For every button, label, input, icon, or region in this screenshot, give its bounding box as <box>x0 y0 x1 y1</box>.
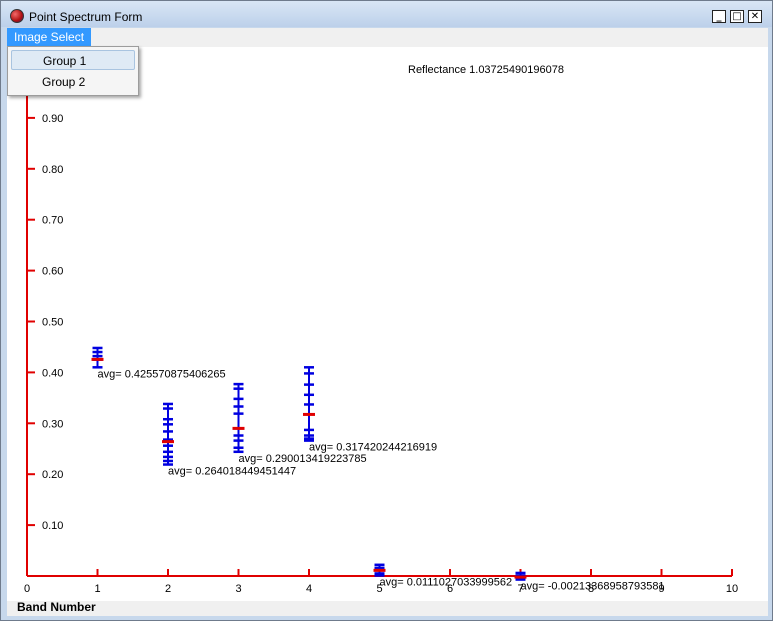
y-tick-label: 0.80 <box>42 164 63 176</box>
dropdown-item-group-1[interactable]: Group 1 <box>11 50 135 70</box>
status-bar: Band Number <box>7 601 768 616</box>
y-tick-label: 0.70 <box>42 215 63 227</box>
dropdown-item-label: Group 1 <box>43 54 87 68</box>
window-title: Point Spectrum Form <box>29 10 143 24</box>
menu-bar: Image Select <box>7 28 768 47</box>
maximize-button[interactable]: □ <box>730 10 744 23</box>
y-tick-label: 0.60 <box>42 266 63 278</box>
x-axis-label: Band Number <box>17 600 96 614</box>
y-tick-label: 0.40 <box>42 367 63 379</box>
average-label: avg= 0.264018449451447 <box>168 466 296 478</box>
dropdown-item-label: Group 2 <box>42 75 86 89</box>
x-tick-label: 1 <box>94 583 100 595</box>
minimize-button[interactable]: _ <box>712 10 726 23</box>
close-button[interactable]: ✕ <box>748 10 762 23</box>
title-bar[interactable]: Point Spectrum Form _ □ ✕ <box>1 1 772 27</box>
average-label: avg= 0.0111027033999562 <box>380 576 513 588</box>
average-label: avg= 0.317420244216919 <box>309 442 437 454</box>
average-label: avg= 0.425570875406265 <box>98 368 226 380</box>
menu-image-select[interactable]: Image Select <box>7 28 92 47</box>
x-tick-label: 0 <box>24 583 30 595</box>
x-tick-label: 2 <box>165 583 171 595</box>
y-tick-label: 0.20 <box>42 469 63 481</box>
app-globe-icon <box>10 9 24 23</box>
x-tick-label: 3 <box>235 583 241 595</box>
x-tick-label: 10 <box>726 583 738 595</box>
average-label: avg= 0.290013419223785 <box>239 453 367 465</box>
y-tick-label: 0.50 <box>42 317 63 329</box>
spectrum-chart: 0 1 2 3 4 5 6 7 8 9 100.100.200.300.400.500.600.70… <box>24 57 738 595</box>
dropdown-item-group-2[interactable]: Group 2 <box>11 72 135 92</box>
y-tick-label: 0.10 <box>42 520 63 532</box>
x-tick-label: 4 <box>306 583 312 595</box>
chart-area: 0 1 2 3 4 5 6 7 8 9 10 0.10 0.20 0.30 0.40 0.50 0.60 0.70… <box>7 47 768 601</box>
y-tick-label: 0.90 <box>42 113 63 125</box>
average-label: avg= -0.00213368958793581 <box>521 581 665 593</box>
image-select-dropdown: Group 1 Group 2 <box>7 46 139 96</box>
reflectance-readout: Reflectance 1.03725490196078 <box>408 64 564 76</box>
y-tick-label: 0.30 <box>42 418 63 430</box>
